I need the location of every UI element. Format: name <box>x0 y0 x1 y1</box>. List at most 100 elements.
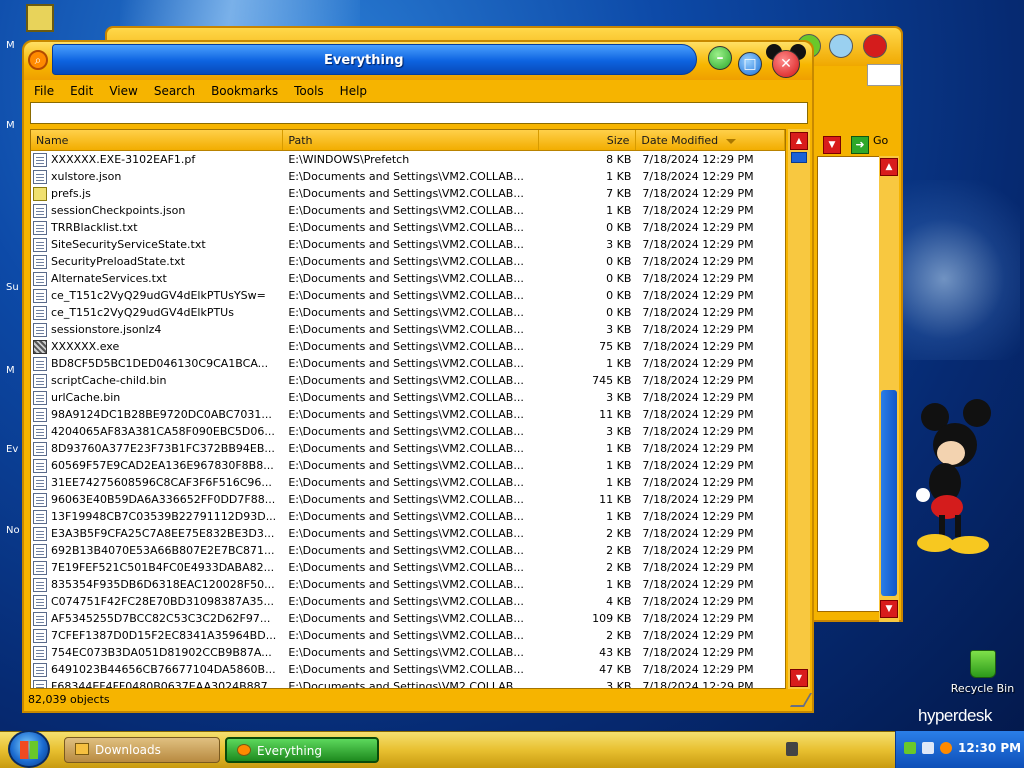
cell-path: E:\Documents and Settings\VM2.COLLAB... <box>288 340 524 353</box>
cell-name: scriptCache-child.bin <box>31 373 283 388</box>
cell-size: 0 KB <box>606 306 632 319</box>
cell-date-modified: 7/18/2024 12:29 PM <box>642 646 754 659</box>
tray-device-icon[interactable] <box>786 742 798 756</box>
scroll-up-button[interactable]: ▲ <box>790 132 808 150</box>
table-row[interactable]: C074751F42FC28E70BD31098387A35... E:\Docu… <box>31 593 785 610</box>
menu-search[interactable]: Search <box>146 84 203 98</box>
cell-name: ce_T151c2VyQ29udGV4dElkPTUsYSw= <box>31 288 283 303</box>
column-header-date-modified[interactable]: Date Modified <box>636 130 785 150</box>
scroll-down-button[interactable]: ▼ <box>790 669 808 687</box>
column-header-size[interactable]: Size <box>539 130 637 150</box>
results-list[interactable]: Name Path Size Date Modified XXXXXX.EXE-… <box>30 129 786 689</box>
close-button[interactable]: ✕ <box>772 50 800 78</box>
clock[interactable]: 12:30 PM <box>958 741 1021 755</box>
taskbar-item-everything[interactable]: Everything <box>225 737 379 763</box>
cell-name: BD8CF5D5BC1DED046130C9CA1BCA... <box>31 356 283 371</box>
table-row[interactable]: 835354F935DB6D6318EAC120028F50... E:\Docu… <box>31 576 785 593</box>
table-row[interactable]: ce_T151c2VyQ29udGV4dElkPTUs E:\Documents … <box>31 304 785 321</box>
table-row[interactable]: XXXXXX.EXE-3102EAF1.pf E:\WINDOWS\Prefetc… <box>31 151 785 168</box>
bg-scroll-down-button[interactable]: ▼ <box>880 600 898 618</box>
cell-name: 4204065AF83A381CA58F090EBC5D06... <box>31 424 283 439</box>
menu-bar: File Edit View Search Bookmarks Tools He… <box>26 80 810 102</box>
menu-view[interactable]: View <box>101 84 145 98</box>
recycle-bin-icon[interactable]: Recycle Bin <box>945 650 1020 695</box>
table-row[interactable]: 754EC073B3DA051D81902CCB9B87A... E:\Docum… <box>31 644 785 661</box>
cell-path: E:\Documents and Settings\VM2.COLLAB... <box>288 544 524 557</box>
bg-scroll-up-button[interactable]: ▲ <box>880 158 898 176</box>
table-row[interactable]: 31EE74275608596C8CAF3F6F516C96... E:\Docu… <box>31 474 785 491</box>
document-file-icon <box>33 237 47 252</box>
table-row[interactable]: TRRBlacklist.txt E:\Documents and Setting… <box>31 219 785 236</box>
document-file-icon <box>33 662 47 677</box>
desktop-icon[interactable] <box>26 4 54 32</box>
table-row[interactable]: sessionstore.jsonlz4 E:\Documents and Set… <box>31 321 785 338</box>
table-row[interactable]: xulstore.json E:\Documents and Settings\V… <box>31 168 785 185</box>
menu-tools[interactable]: Tools <box>286 84 332 98</box>
sort-descending-icon <box>726 138 737 144</box>
table-row[interactable]: F68344EF4FF0480B0637EAA3024B887... E:\Doc… <box>31 678 785 688</box>
menu-file[interactable]: File <box>26 84 62 98</box>
maximize-button[interactable]: □ <box>738 52 762 76</box>
go-arrow-icon[interactable]: ➜ <box>851 136 869 154</box>
taskbar-item-downloads[interactable]: Downloads <box>64 737 220 763</box>
scroll-thumb[interactable] <box>791 152 807 163</box>
cell-name: XXXXXX.exe <box>31 339 283 354</box>
table-row[interactable]: 6491023B44656CB76677104DA5860B... E:\Docu… <box>31 661 785 678</box>
everything-window[interactable]: ⌕ Everything – □ ✕ File Edit View Search… <box>22 40 814 713</box>
column-header-path[interactable]: Path <box>283 130 539 150</box>
network-icon[interactable] <box>904 742 916 754</box>
desktop-label-fragment: M <box>6 365 15 376</box>
bg-maximize-button[interactable] <box>829 34 853 58</box>
table-row[interactable]: SiteSecurityServiceState.txt E:\Documents… <box>31 236 785 253</box>
document-file-icon <box>33 509 47 524</box>
vertical-scrollbar[interactable]: ▲ ▼ <box>788 129 810 689</box>
table-row[interactable]: ce_T151c2VyQ29udGV4dElkPTUsYSw= E:\Docume… <box>31 287 785 304</box>
document-file-icon <box>33 492 47 507</box>
cell-path: E:\Documents and Settings\VM2.COLLAB... <box>288 238 524 251</box>
background-scroll-thumb[interactable] <box>881 390 897 596</box>
search-input[interactable] <box>30 102 808 124</box>
search-magnifier-icon[interactable] <box>940 742 952 754</box>
table-row[interactable]: 7E19FEF521C501B4FC0E4933DABA82... E:\Docu… <box>31 559 785 576</box>
cell-path: E:\Documents and Settings\VM2.COLLAB... <box>288 493 524 506</box>
table-row[interactable]: 4204065AF83A381CA58F090EBC5D06... E:\Docu… <box>31 423 785 440</box>
table-row[interactable]: 98A9124DC1B28BE9720DC0ABC7031... E:\Docum… <box>31 406 785 423</box>
document-file-icon <box>33 679 47 688</box>
table-row[interactable]: BD8CF5D5BC1DED046130C9CA1BCA... E:\Docume… <box>31 355 785 372</box>
go-button[interactable]: Go <box>873 134 888 147</box>
table-row[interactable]: E3A3B5F9CFA25C7A8EE75E832BE3D3... E:\Docu… <box>31 525 785 542</box>
cell-size: 4 KB <box>606 595 632 608</box>
table-row[interactable]: 692B13B4070E53A66B807E2E7BC871... E:\Docu… <box>31 542 785 559</box>
table-row[interactable]: 8D93760A377E23F73B1FC372BB94EB... E:\Docu… <box>31 440 785 457</box>
column-header-name[interactable]: Name <box>31 130 284 150</box>
table-row[interactable]: AlternateServices.txt E:\Documents and Se… <box>31 270 785 287</box>
table-row[interactable]: urlCache.bin E:\Documents and Settings\VM… <box>31 389 785 406</box>
cell-size: 3 KB <box>606 391 632 404</box>
table-row[interactable]: AF5345255D7BCC82C53C3C2D62F97... E:\Docum… <box>31 610 785 627</box>
menu-edit[interactable]: Edit <box>62 84 101 98</box>
table-row[interactable]: prefs.js E:\Documents and Settings\VM2.CO… <box>31 185 785 202</box>
document-file-icon <box>33 203 47 218</box>
table-row[interactable]: 60569F57E9CAD2EA136E967830F8B8... E:\Docu… <box>31 457 785 474</box>
bg-dropdown-button[interactable]: ▼ <box>823 136 841 154</box>
cell-date-modified: 7/18/2024 12:29 PM <box>642 221 754 234</box>
monitor-icon[interactable] <box>922 742 934 754</box>
table-row[interactable]: scriptCache-child.bin E:\Documents and Se… <box>31 372 785 389</box>
minimize-button[interactable]: – <box>708 46 732 70</box>
cell-size: 1 KB <box>606 170 632 183</box>
cell-date-modified: 7/18/2024 12:29 PM <box>642 187 754 200</box>
menu-bookmarks[interactable]: Bookmarks <box>203 84 286 98</box>
menu-help[interactable]: Help <box>332 84 375 98</box>
bg-close-button[interactable] <box>863 34 887 58</box>
table-row[interactable]: sessionCheckpoints.json E:\Documents and … <box>31 202 785 219</box>
table-row[interactable]: XXXXXX.exe E:\Documents and Settings\VM2.… <box>31 338 785 355</box>
cell-size: 1 KB <box>606 578 632 591</box>
document-file-icon <box>33 254 47 269</box>
titlebar[interactable]: ⌕ Everything – □ ✕ <box>24 42 812 80</box>
table-row[interactable]: 96063E40B59DA6A336652FF0DD7F88... E:\Docu… <box>31 491 785 508</box>
table-row[interactable]: SecurityPreloadState.txt E:\Documents and… <box>31 253 785 270</box>
table-row[interactable]: 7CFEF1387D0D15F2EC8341A35964BD... E:\Docu… <box>31 627 785 644</box>
cell-path: E:\Documents and Settings\VM2.COLLAB... <box>288 578 524 591</box>
start-button[interactable] <box>8 730 50 768</box>
table-row[interactable]: 13F19948CB7C03539B22791112D93D... E:\Docu… <box>31 508 785 525</box>
